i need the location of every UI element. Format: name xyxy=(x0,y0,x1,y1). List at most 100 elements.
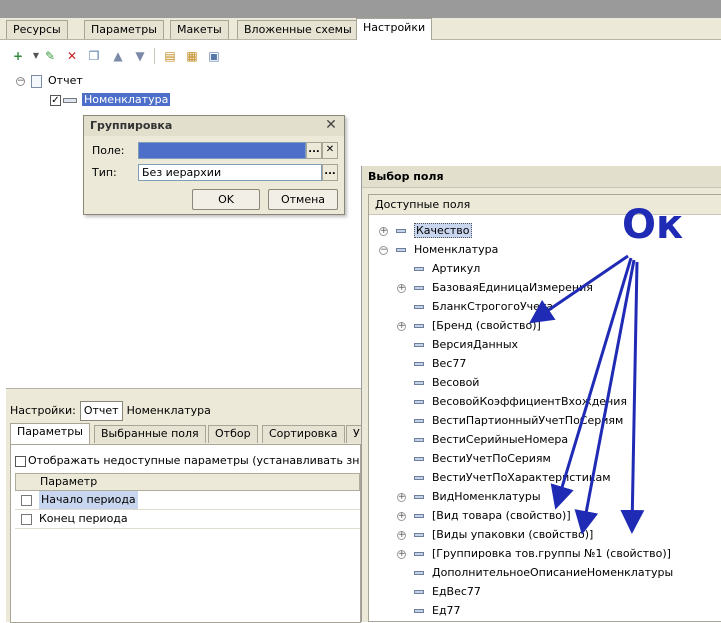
list-item-label: ВидНоменклатуры xyxy=(432,490,541,503)
field-icon xyxy=(414,609,424,613)
tree-row-nomenclature[interactable]: ✓ Номенклатура xyxy=(50,91,171,109)
list-item[interactable]: + [Группировка тов.группы №1 (свойство)] xyxy=(397,544,671,563)
field-input[interactable] xyxy=(138,142,306,159)
ok-button[interactable]: OK xyxy=(192,189,260,210)
expand-icon[interactable]: + xyxy=(397,283,406,293)
field-label: Поле: xyxy=(92,144,125,157)
expand-icon[interactable]: + xyxy=(397,530,406,540)
checkbox-icon[interactable] xyxy=(21,495,32,506)
close-icon[interactable]: ✕ xyxy=(324,118,338,132)
list-item[interactable]: ВестиПартионныйУчетПоСериям xyxy=(397,411,623,430)
list-item[interactable]: БланкСтрогогоУчета xyxy=(397,297,553,316)
collapse-icon[interactable]: − xyxy=(379,245,388,255)
list-item[interactable]: Ед77 xyxy=(397,601,461,620)
available-fields-list: Доступные поля + Качество − Номенклатура Арт… xyxy=(368,194,721,622)
expand-icon[interactable]: + xyxy=(379,226,388,236)
tab-params[interactable]: Параметры xyxy=(10,423,90,444)
show-unavailable-option[interactable]: Отображать недоступные параметры (устана… xyxy=(15,453,360,469)
field-icon xyxy=(414,400,424,404)
field-icon xyxy=(396,248,406,252)
settings-variant[interactable]: Отчет xyxy=(79,401,123,421)
list-item[interactable]: ЕдВес77 xyxy=(397,582,481,601)
expand-icon[interactable]: + xyxy=(397,549,406,559)
list-item-label: Номенклатура xyxy=(414,243,499,256)
tab-bar: Ресурсы Параметры Макеты Вложенные схемы… xyxy=(0,18,721,41)
expand-icon[interactable]: + xyxy=(397,321,406,331)
list-item-label: ВестиПартионныйУчетПоСериям xyxy=(432,414,624,427)
tab-settings[interactable]: Настройки xyxy=(356,18,433,41)
list-item-label: ВестиУчетПоХарактеристикам xyxy=(432,471,611,484)
cancel-button[interactable]: Отмена xyxy=(268,189,338,210)
param-name: Конец периода xyxy=(39,512,128,525)
move-down-icon[interactable]: ▼ xyxy=(132,48,148,64)
group-add-icon[interactable]: ▦ xyxy=(184,48,200,64)
list-item[interactable]: ВестиУчетПоХарактеристикам xyxy=(397,468,611,487)
layout-icon[interactable]: ▣ xyxy=(206,48,222,64)
move-up-icon[interactable]: ▲ xyxy=(110,48,126,64)
list-item-label: Ед77 xyxy=(432,604,461,617)
edit-icon[interactable]: ✎ xyxy=(42,48,58,64)
list-item[interactable]: + [Вид товара (свойство)] xyxy=(397,506,571,525)
type-input[interactable]: Без иерархии xyxy=(138,164,322,181)
field-choose-button[interactable]: ... xyxy=(306,142,322,159)
list-item[interactable]: Артикул xyxy=(397,259,480,278)
toolbar: + ▼ ✎ ✕ ❐ ▲ ▼ ▤ ▦ ▣ xyxy=(0,40,721,70)
field-icon xyxy=(414,362,424,366)
grid-header: Параметр xyxy=(15,473,360,491)
field-icon xyxy=(414,533,424,537)
settings-tabs: Параметры Выбранные поля Отбор Сортировк… xyxy=(10,423,367,445)
list-item[interactable]: + Качество xyxy=(379,221,472,240)
param-name: Начало периода xyxy=(39,491,138,509)
annotation-ok: Ок xyxy=(622,202,684,248)
copy-icon[interactable]: ❐ xyxy=(86,48,102,64)
list-item[interactable]: ВесовойКоэффициентВхождения xyxy=(397,392,627,411)
list-item[interactable]: ВестиУчетПоСериям xyxy=(397,449,551,468)
add-icon[interactable]: + xyxy=(10,48,26,64)
list-item[interactable]: ВерсияДанных xyxy=(397,335,518,354)
checkbox-icon[interactable] xyxy=(21,514,32,525)
list-item-label: БланкСтрогогоУчета xyxy=(432,300,554,313)
list-item[interactable]: + [Виды упаковки (свойство)] xyxy=(397,525,593,544)
tab-parameters[interactable]: Параметры xyxy=(84,20,164,39)
tab-resources[interactable]: Ресурсы xyxy=(6,20,68,39)
table-row[interactable]: Конец периода xyxy=(15,510,360,529)
checkbox-icon[interactable]: ✓ xyxy=(50,94,61,106)
settings-row: Настройки: Отчет Номенклатура xyxy=(10,401,211,421)
list-item[interactable]: ДополнительноеОписаниеНоменклатуры xyxy=(397,563,673,582)
list-item[interactable]: ВестиСерийныеНомера xyxy=(397,430,568,449)
group-icon[interactable]: ▤ xyxy=(162,48,178,64)
list-item-label: ЕдВес77 xyxy=(432,585,481,598)
list-item[interactable]: + [Бренд (свойство)] xyxy=(397,316,541,335)
list-item[interactable]: + БазоваяЕдиницаИзмерения xyxy=(397,278,593,297)
expand-icon[interactable]: + xyxy=(397,492,406,502)
window-top-strip xyxy=(0,0,721,18)
collapse-icon[interactable]: − xyxy=(16,76,25,86)
list-item-label: ДополнительноеОписаниеНоменклатуры xyxy=(432,566,674,579)
list-item[interactable]: − Номенклатура xyxy=(379,240,498,259)
type-choose-button[interactable]: ... xyxy=(322,164,338,181)
field-clear-button[interactable]: ✕ xyxy=(322,142,338,159)
list-item-label: БазоваяЕдиницаИзмерения xyxy=(432,281,593,294)
table-row[interactable]: Начало периода xyxy=(15,491,360,510)
field-icon xyxy=(414,419,424,423)
tab-sort[interactable]: Сортировка xyxy=(262,425,345,443)
params-tab-content: Отображать недоступные параметры (устана… xyxy=(10,444,361,623)
tree-row-report[interactable]: − Отчет xyxy=(16,72,83,90)
delete-icon[interactable]: ✕ xyxy=(64,48,80,64)
dialog-title: Группировка xyxy=(84,116,344,136)
list-item-label: Артикул xyxy=(432,262,481,275)
tab-layouts[interactable]: Макеты xyxy=(170,20,229,39)
list-item[interactable]: + ВидНоменклатуры xyxy=(397,487,541,506)
list-item[interactable]: Весовой xyxy=(397,373,479,392)
field-icon xyxy=(414,514,424,518)
field-picker-title: Выбор поля xyxy=(362,166,721,188)
expand-icon[interactable]: + xyxy=(397,511,406,521)
tab-nested-schemes[interactable]: Вложенные схемы xyxy=(237,20,359,39)
checkbox-icon[interactable] xyxy=(15,455,26,467)
field-icon xyxy=(414,343,424,347)
tab-selected-fields[interactable]: Выбранные поля xyxy=(94,425,206,443)
list-item[interactable]: Вес77 xyxy=(397,354,466,373)
tab-filter[interactable]: Отбор xyxy=(208,425,258,443)
report-icon xyxy=(31,74,42,88)
list-item-label: Весовой xyxy=(432,376,480,389)
